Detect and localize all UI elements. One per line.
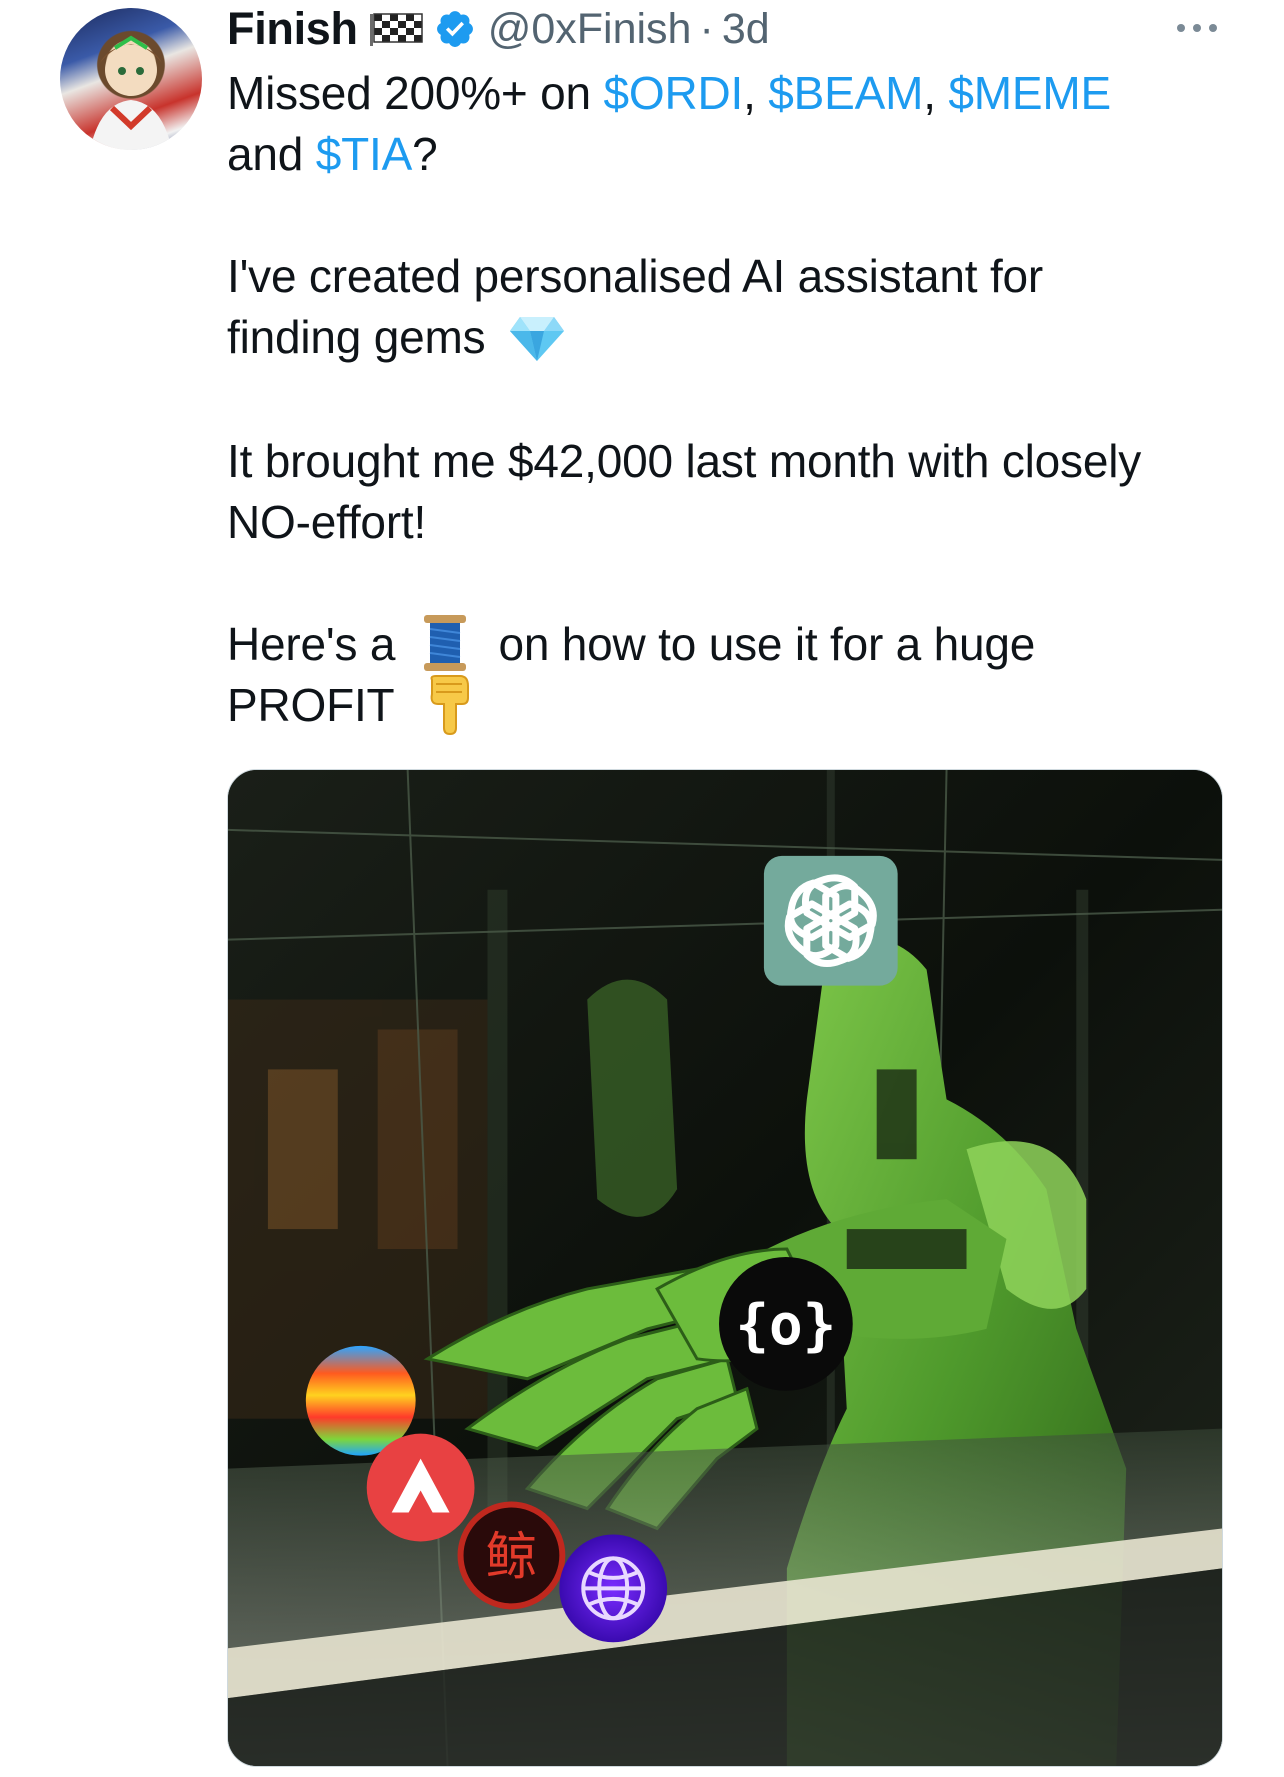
tweet-text-line-1: Missed 200%+ on $ORDI, $BEAM, $MEME <box>227 63 1247 124</box>
text-span: finding gems <box>227 311 486 363</box>
chequered-flag-icon <box>369 13 423 46</box>
tweet-text-line-7: Here's a on how to use it for a huge <box>227 614 1247 675</box>
cashtag-meme-link[interactable]: $MEME <box>948 67 1111 119</box>
tweet-text-line-6: NO-effort! <box>227 496 427 548</box>
backhand-index-pointing-down-emoji-icon <box>430 674 470 735</box>
gem-stone-emoji-icon <box>510 316 565 361</box>
text-span: Here's a <box>227 618 396 670</box>
text-span: , <box>923 67 949 119</box>
text-span: ? <box>412 128 438 180</box>
text-span: Missed 200%+ on <box>227 67 604 119</box>
whale-badge-char: 鲸 <box>485 1527 537 1587</box>
timestamp[interactable]: 3d <box>722 5 770 54</box>
text-span: , <box>743 67 769 119</box>
cashtag-ordi-link[interactable]: $ORDI <box>604 67 744 119</box>
tweet-header: Finish @0xFinish · 3d <box>227 0 770 58</box>
spool-of-thread-emoji-icon <box>423 614 466 671</box>
overlay-icon-text: {o} <box>735 1293 836 1358</box>
text-span: PROFIT <box>227 679 394 731</box>
tweet-text-line-5: It brought me $42,000 last month with cl… <box>227 435 1142 487</box>
separator-dot: · <box>699 4 714 53</box>
verified-badge-icon[interactable] <box>434 8 476 50</box>
tweet-text-line-8: PROFIT <box>227 674 1247 736</box>
tweet-text-line-3: I've created personalised AI assistant f… <box>227 250 1044 302</box>
cashtag-beam-link[interactable]: $BEAM <box>768 67 923 119</box>
avatar[interactable] <box>60 8 202 150</box>
author-name[interactable]: Finish <box>227 3 358 55</box>
author-handle[interactable]: @0xFinish <box>488 5 692 54</box>
text-span: on how to use it for a huge <box>498 618 1036 670</box>
tweet-media-image[interactable]: {o} 鲸 <box>227 769 1223 1767</box>
cashtag-tia-link[interactable]: $TIA <box>316 128 413 180</box>
tweet-text-line-4: finding gems <box>227 307 1247 368</box>
tweet-text-line-2: and $TIA? <box>227 124 1247 185</box>
text-span: and <box>227 128 316 180</box>
more-options-icon[interactable] <box>1172 14 1222 42</box>
